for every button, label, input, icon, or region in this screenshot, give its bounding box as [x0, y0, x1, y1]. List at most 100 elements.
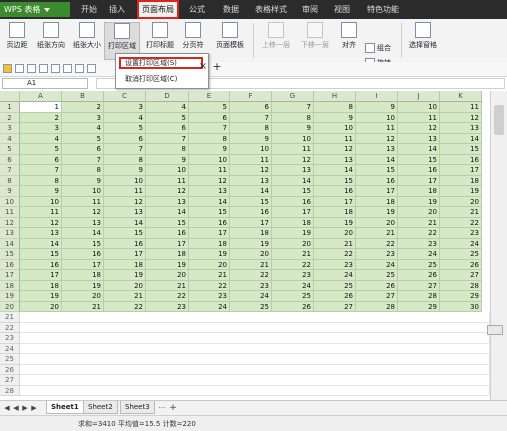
table-cell[interactable]: 22	[104, 301, 146, 312]
table-cell[interactable]: 10	[398, 102, 440, 113]
table-cell[interactable]: 4	[104, 112, 146, 123]
table-cell[interactable]: 18	[230, 228, 272, 239]
empty-row[interactable]	[20, 375, 490, 386]
table-cell[interactable]: 19	[314, 217, 356, 228]
tab-view[interactable]: 视图	[329, 0, 355, 19]
table-cell[interactable]: 13	[20, 228, 62, 239]
table-cell[interactable]: 25	[230, 301, 272, 312]
table-cell[interactable]: 15	[62, 238, 104, 249]
table-cell[interactable]: 17	[230, 217, 272, 228]
spreadsheet-grid[interactable]: A B C D E F G H I J K 1 1 2 3 4 5 6 7 8 9 10 11 2 2 3 4 5 6 7 8 9 10 11 12…	[0, 91, 490, 400]
row-header[interactable]: 23	[0, 333, 20, 344]
table-cell[interactable]: 5	[146, 112, 189, 123]
orientation-button[interactable]: 纸张方向	[33, 22, 69, 60]
table-cell[interactable]: 29	[440, 291, 482, 302]
table-cell[interactable]: 10	[230, 144, 272, 155]
table-cell[interactable]: 18	[440, 175, 482, 186]
column-header[interactable]: B	[62, 91, 104, 102]
table-cell[interactable]: 24	[230, 291, 272, 302]
cancel-print-area-item[interactable]: 取消打印区域(C)	[119, 73, 209, 85]
table-cell[interactable]: 8	[272, 112, 314, 123]
table-cell[interactable]: 5	[62, 133, 104, 144]
table-cell[interactable]: 6	[146, 123, 189, 134]
table-cell[interactable]: 11	[272, 144, 314, 155]
table-cell[interactable]: 10	[272, 133, 314, 144]
table-cell[interactable]: 14	[314, 165, 356, 176]
table-cell[interactable]: 14	[189, 196, 230, 207]
empty-row[interactable]	[20, 322, 490, 333]
column-header[interactable]: A	[20, 91, 62, 102]
table-cell[interactable]: 15	[440, 144, 482, 155]
column-header[interactable]: F	[230, 91, 272, 102]
table-cell[interactable]: 7	[20, 165, 62, 176]
table-cell[interactable]: 20	[398, 207, 440, 218]
table-cell[interactable]: 10	[189, 154, 230, 165]
row-header[interactable]: 20	[0, 301, 20, 312]
table-cell[interactable]: 21	[272, 249, 314, 260]
table-cell[interactable]: 11	[440, 102, 482, 113]
table-cell[interactable]: 19	[440, 186, 482, 197]
table-cell[interactable]: 6	[20, 154, 62, 165]
row-header[interactable]: 9	[0, 186, 20, 197]
table-cell[interactable]: 1	[20, 102, 62, 113]
table-cell[interactable]: 19	[189, 249, 230, 260]
row-header[interactable]: 8	[0, 175, 20, 186]
table-cell[interactable]: 25	[398, 259, 440, 270]
table-cell[interactable]: 15	[272, 186, 314, 197]
table-cell[interactable]: 14	[230, 186, 272, 197]
empty-row[interactable]	[20, 354, 490, 365]
table-cell[interactable]: 24	[398, 249, 440, 260]
tab-home[interactable]: 开始	[76, 0, 102, 19]
row-header[interactable]: 16	[0, 259, 20, 270]
sheet-tab-2[interactable]: Sheet2	[83, 401, 118, 414]
table-cell[interactable]: 14	[62, 228, 104, 239]
table-cell[interactable]: 18	[189, 238, 230, 249]
column-header[interactable]: C	[104, 91, 146, 102]
table-cell[interactable]: 5	[20, 144, 62, 155]
table-cell[interactable]: 17	[189, 228, 230, 239]
table-cell[interactable]: 18	[272, 217, 314, 228]
table-cell[interactable]: 17	[104, 249, 146, 260]
table-cell[interactable]: 13	[356, 144, 398, 155]
table-cell[interactable]: 24	[314, 270, 356, 281]
table-cell[interactable]: 9	[104, 165, 146, 176]
table-cell[interactable]: 26	[314, 291, 356, 302]
table-cell[interactable]: 8	[20, 175, 62, 186]
table-cell[interactable]: 10	[62, 186, 104, 197]
tab-data[interactable]: 数据	[218, 0, 244, 19]
table-cell[interactable]: 24	[440, 238, 482, 249]
column-header[interactable]: D	[146, 91, 189, 102]
table-cell[interactable]: 5	[104, 123, 146, 134]
table-cell[interactable]: 12	[146, 186, 189, 197]
table-cell[interactable]: 21	[230, 259, 272, 270]
table-cell[interactable]: 11	[230, 154, 272, 165]
save-icon[interactable]	[15, 64, 24, 73]
table-cell[interactable]: 25	[314, 280, 356, 291]
table-cell[interactable]: 13	[189, 186, 230, 197]
table-cell[interactable]: 13	[272, 165, 314, 176]
table-cell[interactable]: 17	[356, 186, 398, 197]
table-cell[interactable]: 8	[314, 102, 356, 113]
table-cell[interactable]: 27	[440, 270, 482, 281]
table-cell[interactable]: 16	[20, 259, 62, 270]
table-cell[interactable]: 18	[314, 207, 356, 218]
table-cell[interactable]: 16	[314, 186, 356, 197]
empty-row[interactable]	[20, 333, 490, 344]
table-cell[interactable]: 26	[398, 270, 440, 281]
column-header[interactable]: G	[272, 91, 314, 102]
row-header[interactable]: 19	[0, 291, 20, 302]
table-cell[interactable]: 10	[314, 123, 356, 134]
table-cell[interactable]: 28	[398, 291, 440, 302]
table-cell[interactable]: 11	[356, 123, 398, 134]
row-header[interactable]: 7	[0, 165, 20, 176]
table-cell[interactable]: 2	[20, 112, 62, 123]
table-cell[interactable]: 21	[62, 301, 104, 312]
table-cell[interactable]: 16	[398, 165, 440, 176]
name-box[interactable]: A1	[2, 78, 88, 89]
table-cell[interactable]: 25	[356, 270, 398, 281]
table-cell[interactable]: 23	[440, 228, 482, 239]
customize-icon[interactable]	[87, 64, 96, 73]
table-cell[interactable]: 19	[230, 238, 272, 249]
table-cell[interactable]: 12	[272, 154, 314, 165]
empty-row[interactable]	[20, 343, 490, 354]
